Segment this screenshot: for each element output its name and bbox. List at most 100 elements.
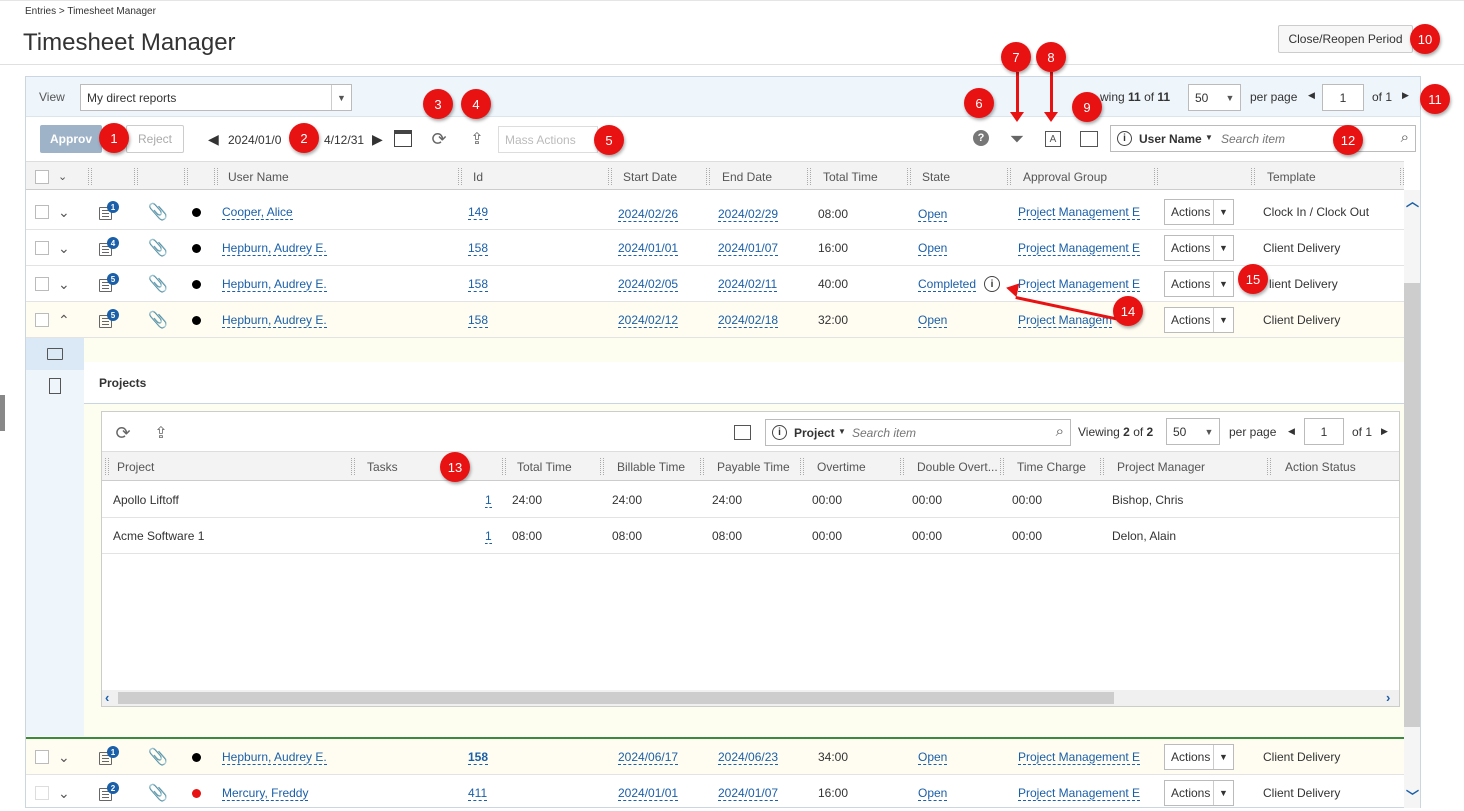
column-grip[interactable] bbox=[800, 458, 804, 475]
row-checkbox[interactable] bbox=[35, 775, 49, 811]
state-link[interactable]: Open bbox=[918, 313, 948, 328]
timesheet-icon[interactable]: 5 bbox=[98, 266, 119, 302]
column-grip[interactable] bbox=[184, 168, 188, 185]
column-grip[interactable] bbox=[1100, 458, 1104, 475]
column-grip[interactable] bbox=[88, 168, 92, 185]
table-row[interactable]: ⌃ 5 📎 Hepburn, Audrey E. 158 2024/02/12 … bbox=[26, 302, 1404, 338]
end-date-link[interactable]: 2024/01/07 bbox=[718, 241, 779, 256]
font-size-icon[interactable]: A bbox=[1045, 131, 1061, 147]
col-end-date[interactable]: End Date bbox=[722, 162, 772, 191]
col-template[interactable]: Template bbox=[1267, 162, 1316, 191]
approval-group-link[interactable]: Project Management E bbox=[1018, 786, 1141, 801]
chevron-down-icon[interactable]: ⌄ bbox=[58, 162, 67, 191]
approval-group-link[interactable]: Project Management E bbox=[1018, 241, 1141, 256]
column-grip[interactable] bbox=[900, 458, 904, 475]
column-grip[interactable] bbox=[706, 168, 710, 185]
col-id[interactable]: Id bbox=[473, 162, 483, 191]
start-date-link[interactable]: 2024/06/17 bbox=[618, 750, 679, 765]
export-icon[interactable]: ⇪ bbox=[151, 423, 171, 443]
id-link[interactable]: 149 bbox=[468, 205, 489, 220]
expand-chevron-icon[interactable]: ⌄ bbox=[58, 739, 70, 775]
col-user-name[interactable]: User Name bbox=[228, 162, 289, 191]
column-grip[interactable] bbox=[1154, 168, 1158, 185]
table-row[interactable]: ⌄ 1 📎 Hepburn, Audrey E. 158 2024/06/17 … bbox=[26, 739, 1404, 775]
collapse-chevron-icon[interactable]: ⌃ bbox=[58, 302, 70, 338]
paperclip-icon[interactable]: 📎 bbox=[148, 266, 168, 302]
reject-button[interactable]: Reject bbox=[126, 125, 184, 153]
scroll-down-icon[interactable]: ﹀ bbox=[1406, 786, 1419, 805]
column-grip[interactable] bbox=[600, 458, 604, 475]
column-grip[interactable] bbox=[458, 168, 462, 185]
col-state[interactable]: State bbox=[922, 162, 950, 191]
main-v-scroll-thumb[interactable] bbox=[1404, 283, 1420, 727]
prev-date-icon[interactable]: ◀ bbox=[208, 131, 219, 148]
col-approval-group[interactable]: Approval Group bbox=[1023, 162, 1107, 191]
user-name-link[interactable]: Hepburn, Audrey E. bbox=[222, 277, 327, 292]
row-checkbox[interactable] bbox=[35, 230, 49, 266]
col-overtime[interactable]: Overtime bbox=[817, 452, 866, 482]
actions-dropdown[interactable]: Actions ▼ bbox=[1164, 744, 1234, 770]
column-grip[interactable] bbox=[1007, 168, 1011, 185]
folder-icon[interactable] bbox=[47, 348, 63, 360]
column-grip[interactable] bbox=[907, 168, 911, 185]
paperclip-icon[interactable]: 📎 bbox=[148, 230, 168, 266]
row-checkbox[interactable] bbox=[35, 302, 49, 338]
paperclip-icon[interactable]: 📎 bbox=[148, 194, 168, 230]
next-page-icon[interactable]: ▶ bbox=[1402, 90, 1409, 101]
next-page-icon[interactable]: ▶ bbox=[1381, 426, 1388, 437]
project-row[interactable]: Acme Software 1 1 08:00 08:00 08:00 00:0… bbox=[102, 518, 1399, 554]
column-grip[interactable] bbox=[807, 168, 811, 185]
actions-dropdown[interactable]: Actions ▼ bbox=[1164, 235, 1234, 261]
col-total-time[interactable]: Total Time bbox=[517, 452, 572, 482]
timesheet-icon[interactable]: 1 bbox=[98, 739, 119, 775]
actions-dropdown[interactable]: Actions ▼ bbox=[1164, 307, 1234, 333]
id-link[interactable]: 158 bbox=[468, 241, 489, 256]
column-grip[interactable] bbox=[1400, 168, 1404, 185]
col-tasks[interactable]: Tasks bbox=[367, 452, 398, 482]
column-grip[interactable] bbox=[502, 458, 506, 475]
export-icon[interactable]: ⇪ bbox=[466, 128, 488, 150]
user-name-link[interactable]: Hepburn, Audrey E. bbox=[222, 313, 327, 328]
expand-chevron-icon[interactable]: ⌄ bbox=[58, 230, 70, 266]
view-select[interactable]: My direct reports ▼ bbox=[80, 84, 352, 111]
row-checkbox[interactable] bbox=[35, 739, 49, 775]
timesheet-icon[interactable]: 5 bbox=[98, 302, 119, 338]
column-grip[interactable] bbox=[351, 458, 355, 475]
col-billable-time[interactable]: Billable Time bbox=[617, 452, 685, 482]
col-payable-time[interactable]: Payable Time bbox=[717, 452, 790, 482]
start-date-link[interactable]: 2024/01/01 bbox=[618, 786, 679, 801]
state-link[interactable]: Completed bbox=[918, 277, 977, 292]
start-date-link[interactable]: 2024/02/12 bbox=[618, 313, 679, 328]
document-icon[interactable] bbox=[49, 378, 61, 394]
projects-h-scroll-thumb[interactable] bbox=[118, 692, 1114, 704]
close-reopen-period-button[interactable]: Close/Reopen Period bbox=[1278, 25, 1413, 53]
user-name-link[interactable]: Hepburn, Audrey E. bbox=[222, 241, 327, 256]
col-project[interactable]: Project bbox=[117, 452, 154, 482]
column-grip[interactable] bbox=[105, 458, 109, 475]
calendar-icon[interactable] bbox=[394, 130, 412, 147]
start-date-link[interactable]: 2024/02/05 bbox=[618, 277, 679, 292]
timesheet-icon[interactable]: 1 bbox=[98, 194, 119, 230]
id-link[interactable]: 158 bbox=[468, 313, 489, 328]
id-link[interactable]: 158 bbox=[468, 277, 489, 292]
table-row[interactable]: ⌄ 2 📎 Mercury, Freddy 411 2024/01/01 202… bbox=[26, 775, 1404, 811]
end-date-link[interactable]: 2024/02/18 bbox=[718, 313, 779, 328]
table-row[interactable]: ⌄ 1 📎 Cooper, Alice 149 2024/02/26 2024/… bbox=[26, 194, 1404, 230]
timesheet-icon[interactable]: 2 bbox=[98, 775, 119, 811]
end-date-link[interactable]: 2024/06/23 bbox=[718, 750, 779, 765]
column-grip[interactable] bbox=[1251, 168, 1255, 185]
expand-chevron-icon[interactable]: ⌄ bbox=[58, 775, 70, 811]
scroll-left-icon[interactable]: ‹ bbox=[105, 690, 109, 705]
page-number-input[interactable]: 1 bbox=[1322, 84, 1364, 111]
date-from[interactable]: 2024/01/0 bbox=[228, 133, 281, 147]
state-link[interactable]: Open bbox=[918, 241, 948, 256]
columns-icon[interactable] bbox=[734, 425, 751, 440]
user-name-link[interactable]: Mercury, Freddy bbox=[222, 786, 309, 801]
table-row[interactable]: ⌄ 4 📎 Hepburn, Audrey E. 158 2024/01/01 … bbox=[26, 230, 1404, 266]
prev-page-icon[interactable]: ◀ bbox=[1288, 426, 1295, 437]
row-checkbox[interactable] bbox=[35, 194, 49, 230]
info-icon[interactable]: i bbox=[984, 276, 1000, 292]
approval-group-link[interactable]: Project Management E bbox=[1018, 277, 1141, 292]
end-date-link[interactable]: 2024/01/07 bbox=[718, 786, 779, 801]
help-icon[interactable]: ? bbox=[973, 130, 989, 146]
